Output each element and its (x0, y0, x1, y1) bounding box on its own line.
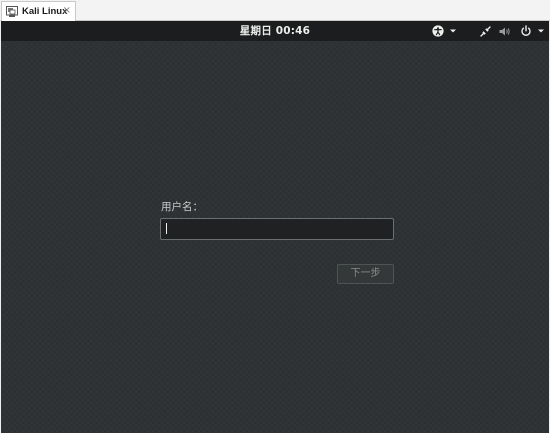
username-label: 用户名： (161, 201, 203, 213)
accessibility-menu[interactable] (432, 24, 458, 38)
host-tab-kali-linux[interactable]: Kali Linux × (1, 1, 76, 21)
system-menu[interactable] (479, 24, 546, 38)
accessibility-icon (432, 25, 444, 37)
chevron-down-icon (538, 29, 544, 33)
next-button[interactable]: 下一步 (337, 264, 394, 284)
close-icon[interactable]: × (63, 5, 71, 17)
host-tab-label: Kali Linux (22, 6, 68, 17)
text-cursor (166, 223, 167, 234)
vm-icon (6, 5, 18, 17)
clock[interactable]: 星期日 00:46 (1, 21, 549, 41)
username-input[interactable] (160, 218, 394, 240)
power-icon (521, 25, 531, 36)
host-tab-strip: Kali Linux × (0, 0, 550, 21)
chevron-down-icon (450, 29, 456, 33)
top-bar: 星期日 00:46 (1, 21, 549, 41)
network-wired-icon (480, 25, 491, 37)
volume-icon (499, 27, 510, 35)
vm-screen: 星期日 00:46 用户名： 下一步 (1, 21, 549, 433)
